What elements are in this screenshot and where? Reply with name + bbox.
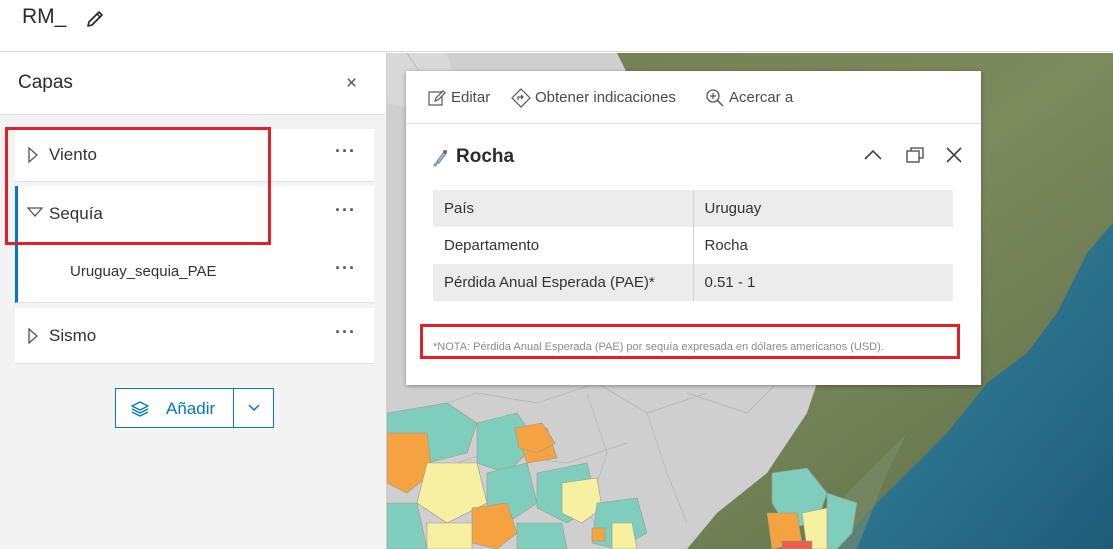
pencil-icon[interactable]: [84, 8, 106, 30]
zoom-to-label: Acercar a: [729, 89, 794, 106]
add-layer-label: Añadir: [166, 399, 216, 418]
popup-actions-bar: Editar Obtener indicaciones Acercar a: [406, 71, 981, 124]
attribute-value: Rocha: [704, 237, 748, 254]
close-icon[interactable]: ×: [346, 74, 357, 94]
sublayer-uruguay-sequia-pae[interactable]: Uruguay_sequia_PAE: [70, 263, 216, 280]
table-row: Pérdida Anual Esperada (PAE)* 0.51 - 1: [433, 264, 953, 301]
table-row: Departamento Rocha: [433, 227, 953, 264]
more-options-icon[interactable]: ···: [335, 322, 356, 343]
zoom-in-icon: [706, 89, 724, 107]
chevron-right-icon[interactable]: [27, 328, 39, 344]
layer-name: Sismo: [49, 326, 97, 345]
add-layer-dropdown[interactable]: [233, 388, 274, 428]
highlight-box-note: [420, 324, 960, 359]
chevron-up-icon[interactable]: [862, 144, 884, 166]
attribute-key: País: [433, 190, 694, 227]
layer-item-sismo[interactable]: Sismo ···: [15, 308, 374, 364]
table-row: País Uruguay: [433, 190, 953, 227]
more-options-icon[interactable]: ···: [335, 258, 356, 279]
app-title-bar: RM_: [0, 0, 1113, 52]
more-options-icon[interactable]: ···: [335, 200, 356, 221]
attribute-key: Pérdida Anual Esperada (PAE)*: [433, 264, 694, 301]
layers-icon: [131, 401, 149, 417]
app-title: RM_: [22, 5, 67, 28]
edit-label: Editar: [451, 89, 491, 106]
attributes-table: País Uruguay Departamento Rocha Pérdida …: [433, 190, 953, 301]
highlight-box-sequia: [5, 127, 271, 245]
add-layer-button[interactable]: Añadir: [115, 388, 234, 428]
attribute-value: Uruguay: [693, 190, 953, 227]
layers-panel-title: Capas: [18, 72, 73, 93]
popup-title: Rocha: [456, 146, 515, 167]
chevron-down-icon: [248, 404, 260, 412]
close-icon[interactable]: [943, 144, 965, 166]
layers-panel-header: Capas ×: [0, 53, 386, 115]
attribute-key: Departamento: [433, 227, 694, 264]
edit-icon: [428, 90, 446, 106]
attribute-value: 0.51 - 1: [693, 264, 953, 301]
more-options-icon[interactable]: ···: [335, 141, 356, 162]
directions-label: Obtener indicaciones: [535, 89, 676, 106]
directions-icon: [511, 88, 531, 108]
feature-icon: [433, 150, 447, 167]
dock-icon[interactable]: [904, 144, 926, 166]
